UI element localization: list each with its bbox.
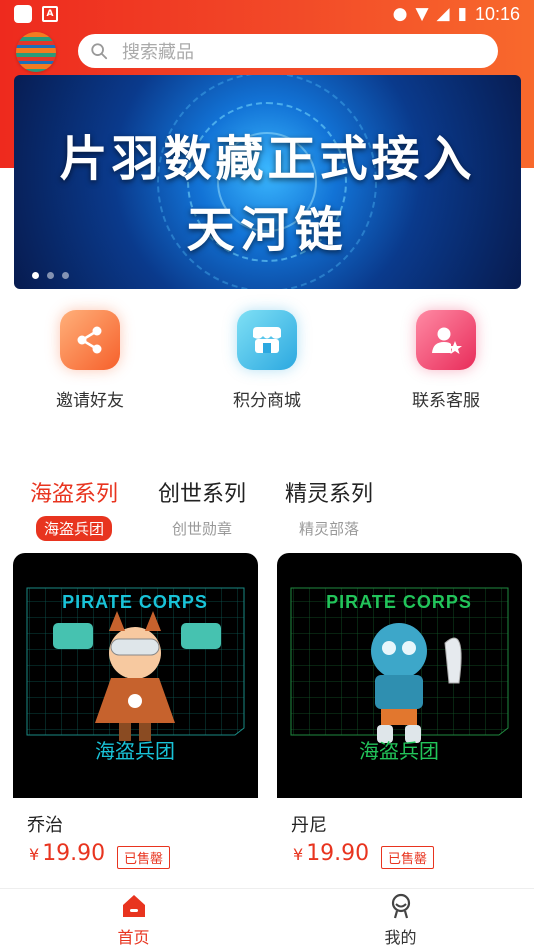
notification-icon [14,5,32,23]
series-subtitle[interactable]: 创世勋章 [164,516,240,541]
signal-icon: ◢ [436,4,450,24]
app-notification-icon: A [42,6,58,22]
search-placeholder: 搜索藏品 [122,42,194,63]
product-card[interactable]: PIRATE CORPS 海盗兵团 丹尼 ¥19.90 已售罄 [277,553,522,873]
series-subtitle[interactable]: 精灵部落 [291,516,367,541]
nav-profile-label: 我的 [384,927,417,947]
points-mall-label: 积分商城 [233,391,301,411]
invite-friends-button[interactable]: 邀请好友 [30,310,150,411]
pagination-dot[interactable] [32,272,39,279]
product-art-caption: 海盗兵团 [359,739,439,763]
profile-icon [391,893,410,918]
app-logo[interactable] [16,32,56,72]
nav-home-label: 首页 [117,927,150,947]
tab-elf-series[interactable]: 精灵系列 精灵部落 [285,476,373,541]
status-time: 10:16 [474,3,520,24]
product-art-caption: 海盗兵团 [95,739,175,763]
customer-service-button[interactable]: 联系客服 [386,310,506,411]
invite-friends-label: 邀请好友 [56,391,124,411]
sold-out-badge: 已售罄 [117,846,171,869]
product-price: ¥19.90 [293,841,370,866]
sold-out-badge: 已售罄 [381,846,435,869]
product-price: ¥19.90 [29,841,106,866]
status-bar: A ● ▼ ◢ ▮ 10:16 [0,0,534,28]
points-mall-button[interactable]: 积分商城 [207,310,327,411]
tab-genesis-series[interactable]: 创世系列 创世勋章 [158,476,246,541]
bottom-navigation: 首页 我的 [0,888,534,950]
promo-banner[interactable]: 片羽数藏正式接入 天河链 [14,75,521,289]
banner-subheadline: 天河链 [186,202,349,258]
product-card[interactable]: PIRATE CORPS 海盗兵团 乔治 ¥19.90 已售罄 [13,553,258,873]
battery-icon: ▮ [457,4,467,24]
series-title: 精灵系列 [285,482,374,507]
search-input[interactable]: 搜索藏品 [78,34,498,68]
search-icon [91,43,108,60]
product-image: PIRATE CORPS 海盗兵团 [13,553,258,798]
series-subtitle[interactable]: 海盗兵团 [36,516,113,541]
nav-home[interactable]: 首页 [0,889,267,950]
product-art-title: PIRATE CORPS [326,592,472,612]
series-title: 创世系列 [158,482,247,507]
customer-service-label: 联系客服 [412,391,480,411]
shop-icon [237,310,297,370]
product-image: PIRATE CORPS 海盗兵团 [277,553,522,798]
location-icon: ● [392,4,408,24]
share-icon [60,310,120,370]
product-art-title: PIRATE CORPS [62,592,208,612]
wifi-icon: ▼ [415,4,429,24]
product-title: 乔治 [27,815,63,836]
banner-pagination [32,272,69,279]
home-icon [122,894,145,917]
customer-service-icon [416,310,476,370]
tab-pirate-series[interactable]: 海盗系列 海盗兵团 [30,476,118,541]
nav-profile[interactable]: 我的 [267,889,534,950]
series-title: 海盗系列 [30,482,119,507]
pagination-dot[interactable] [47,272,54,279]
product-title: 丹尼 [291,815,327,836]
pagination-dot[interactable] [62,272,69,279]
banner-headline: 片羽数藏正式接入 [59,131,476,187]
